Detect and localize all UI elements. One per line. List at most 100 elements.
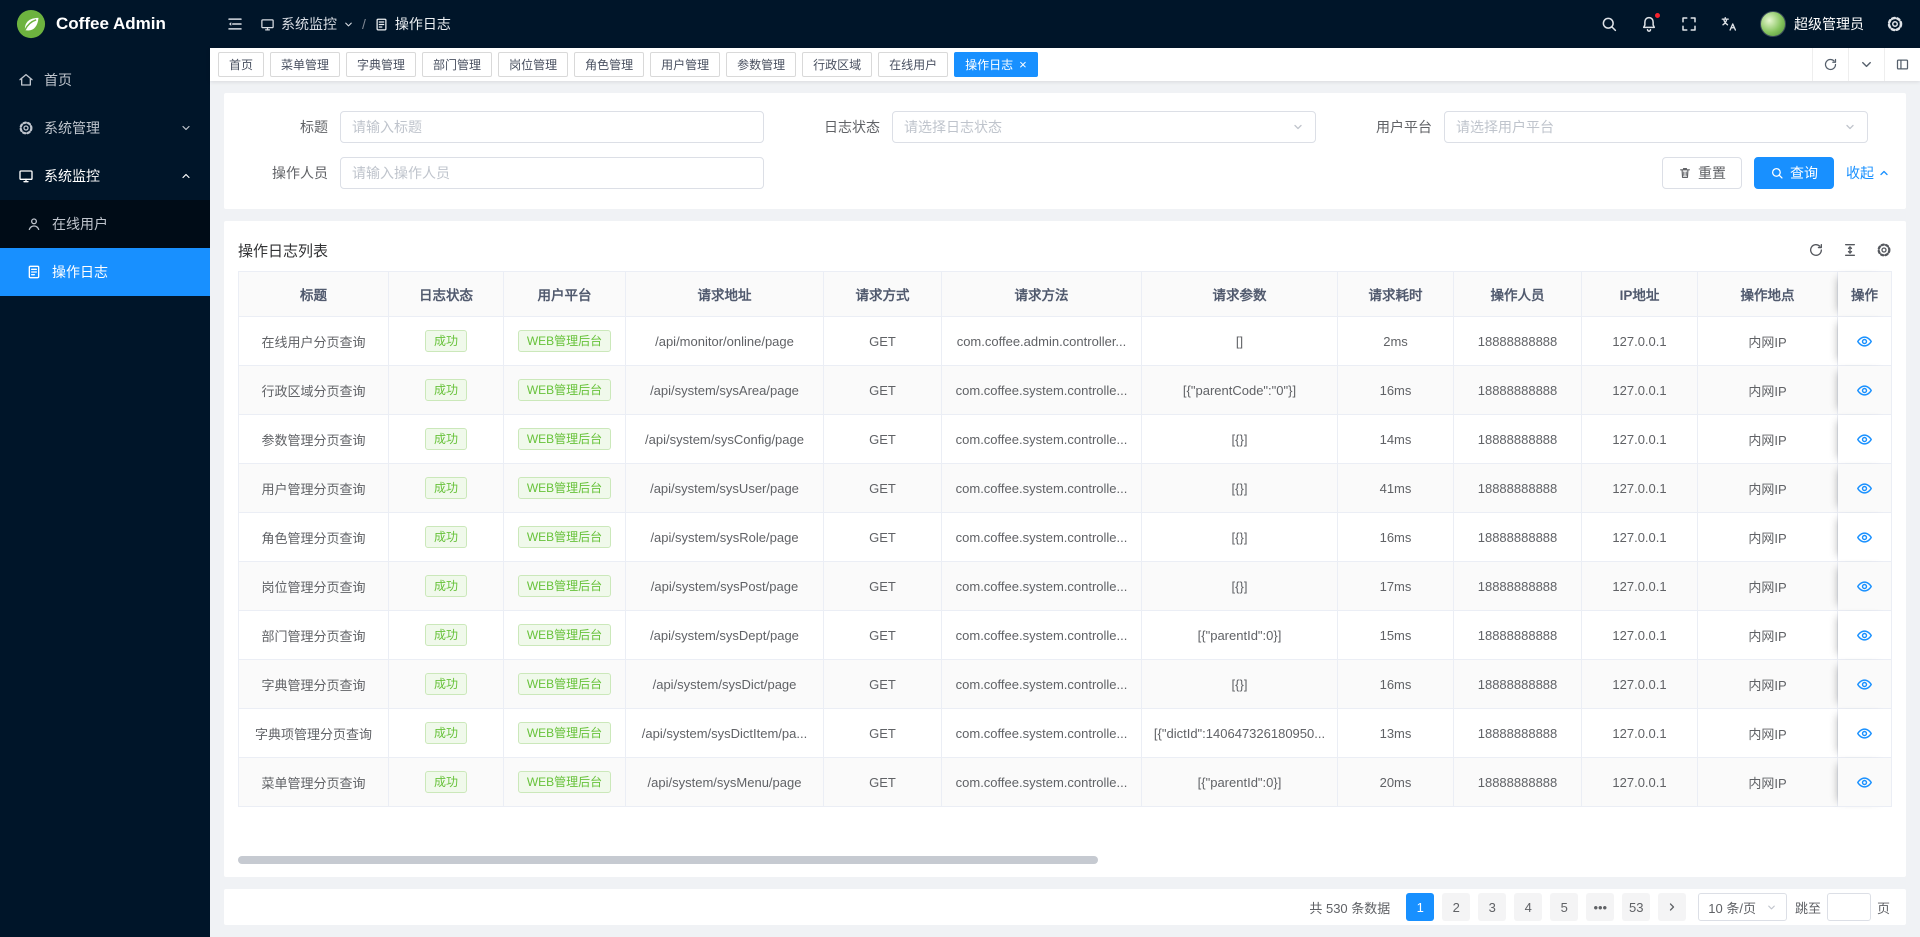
view-detail-button[interactable] (1856, 529, 1873, 546)
sidebar-item-home[interactable]: 首页 (0, 56, 210, 104)
cell-location: 内网IP (1698, 660, 1838, 709)
page-button[interactable]: 1 (1406, 893, 1434, 921)
cell-platform: WEB管理后台 (504, 660, 626, 709)
view-detail-button[interactable] (1856, 480, 1873, 497)
tab-label: 部门管理 (433, 56, 481, 73)
cell-request-method: GET (824, 758, 942, 807)
sidebar-item-operation-log[interactable]: 操作日志 (0, 248, 210, 296)
cell-location: 内网IP (1698, 562, 1838, 611)
cell-request-url: /api/system/sysConfig/page (626, 415, 824, 464)
refresh-icon[interactable] (1808, 242, 1824, 258)
table-row: 在线用户分页查询 成功 WEB管理后台 /api/monitor/online/… (239, 317, 1891, 366)
status-badge: 成功 (425, 379, 467, 401)
view-detail-button[interactable] (1856, 627, 1873, 644)
jump-page-input[interactable] (1827, 893, 1871, 921)
page-tab[interactable]: 部门管理 (422, 52, 492, 77)
sidebar-item-label: 系统管理 (44, 118, 100, 138)
page-size-select[interactable]: 10 条/页 (1698, 893, 1787, 921)
sidebar-item-online-users[interactable]: 在线用户 (0, 200, 210, 248)
table-row: 部门管理分页查询 成功 WEB管理后台 /api/system/sysDept/… (239, 611, 1891, 660)
view-detail-button[interactable] (1856, 382, 1873, 399)
sidebar-item-label: 操作日志 (52, 262, 108, 282)
translate-icon[interactable] (1720, 15, 1738, 33)
document-icon (374, 17, 389, 32)
collapse-filters-link[interactable]: 收起 (1846, 163, 1890, 183)
tab-bar: 首页 菜单管理 字典管理 部门管理 (210, 48, 1920, 81)
view-detail-button[interactable] (1856, 333, 1873, 350)
column-header: IP地址 (1582, 272, 1698, 317)
page-button[interactable]: ••• (1586, 893, 1614, 921)
cell-ip: 127.0.0.1 (1582, 513, 1698, 562)
page-tab[interactable]: 字典管理 (346, 52, 416, 77)
page-button[interactable]: 2 (1442, 893, 1470, 921)
cell-ip: 127.0.0.1 (1582, 611, 1698, 660)
cell-title: 角色管理分页查询 (239, 513, 389, 562)
close-icon[interactable]: × (1019, 58, 1027, 71)
next-page-button[interactable] (1658, 893, 1686, 921)
cell-duration: 20ms (1338, 758, 1454, 807)
page-tab[interactable]: 操作日志 × (954, 52, 1038, 77)
eye-icon (1856, 333, 1873, 350)
reset-button[interactable]: 重置 (1662, 157, 1742, 189)
view-detail-button[interactable] (1856, 676, 1873, 693)
page-tab[interactable]: 首页 (218, 52, 264, 77)
breadcrumb-item-monitor[interactable]: 系统监控 (260, 14, 354, 34)
sidebar-item-system-monitor[interactable]: 系统监控 (0, 152, 210, 200)
chevron-down-icon[interactable] (1848, 48, 1884, 81)
fullscreen-icon[interactable] (1680, 15, 1698, 33)
table-row: 角色管理分页查询 成功 WEB管理后台 /api/system/sysRole/… (239, 513, 1891, 562)
status-badge: 成功 (425, 575, 467, 597)
status-badge: 成功 (425, 330, 467, 352)
page-tab[interactable]: 用户管理 (650, 52, 720, 77)
page-button[interactable]: 3 (1478, 893, 1506, 921)
title-input[interactable] (340, 111, 764, 143)
view-detail-button[interactable] (1856, 578, 1873, 595)
platform-select-placeholder: 请选择用户平台 (1456, 117, 1554, 137)
scrollbar-thumb[interactable] (238, 856, 1098, 864)
page-tab[interactable]: 岗位管理 (498, 52, 568, 77)
status-badge: 成功 (425, 624, 467, 646)
page-tab[interactable]: 行政区域 (802, 52, 872, 77)
page-tab[interactable]: 在线用户 (878, 52, 948, 77)
page-button[interactable]: 5 (1550, 893, 1578, 921)
view-detail-button[interactable] (1856, 431, 1873, 448)
cell-request-handler: com.coffee.system.controlle... (942, 464, 1142, 513)
page-tab[interactable]: 参数管理 (726, 52, 796, 77)
page-tab[interactable]: 角色管理 (574, 52, 644, 77)
cell-ip: 127.0.0.1 (1582, 709, 1698, 758)
page-button[interactable]: 53 (1622, 893, 1650, 921)
cell-operator: 18888888888 (1454, 758, 1582, 807)
cell-request-params: [{}] (1142, 513, 1338, 562)
refresh-icon[interactable] (1812, 48, 1848, 81)
gear-icon[interactable] (1876, 242, 1892, 258)
cell-status: 成功 (389, 611, 504, 660)
row-height-icon[interactable] (1842, 242, 1858, 258)
operator-input[interactable] (340, 157, 764, 189)
layout-panel-icon[interactable] (1884, 48, 1920, 81)
cell-title: 菜单管理分页查询 (239, 758, 389, 807)
cell-platform: WEB管理后台 (504, 611, 626, 660)
search-button[interactable]: 查询 (1754, 157, 1834, 189)
sidebar-item-system-management[interactable]: 系统管理 (0, 104, 210, 152)
status-select[interactable]: 请选择日志状态 (892, 111, 1316, 143)
cell-actions (1838, 317, 1891, 366)
cell-request-method: GET (824, 562, 942, 611)
platform-select[interactable]: 请选择用户平台 (1444, 111, 1868, 143)
page-content: 标题 日志状态 请选择日志状态 用户平台 请选择用户平台 (210, 81, 1920, 937)
view-detail-button[interactable] (1856, 725, 1873, 742)
page-button[interactable]: 4 (1514, 893, 1542, 921)
horizontal-scrollbar[interactable] (238, 855, 1892, 865)
cell-request-handler: com.coffee.system.controlle... (942, 366, 1142, 415)
user-menu[interactable]: 超级管理员 (1760, 11, 1864, 37)
menu-fold-icon[interactable] (226, 15, 244, 33)
table-row: 行政区域分页查询 成功 WEB管理后台 /api/system/sysArea/… (239, 366, 1891, 415)
cell-operator: 18888888888 (1454, 513, 1582, 562)
cell-request-method: GET (824, 366, 942, 415)
view-detail-button[interactable] (1856, 774, 1873, 791)
cell-duration: 41ms (1338, 464, 1454, 513)
bell-icon[interactable] (1640, 15, 1658, 33)
page-tab[interactable]: 菜单管理 (270, 52, 340, 77)
gear-icon[interactable] (1886, 15, 1904, 33)
cell-operator: 18888888888 (1454, 317, 1582, 366)
search-icon[interactable] (1600, 15, 1618, 33)
